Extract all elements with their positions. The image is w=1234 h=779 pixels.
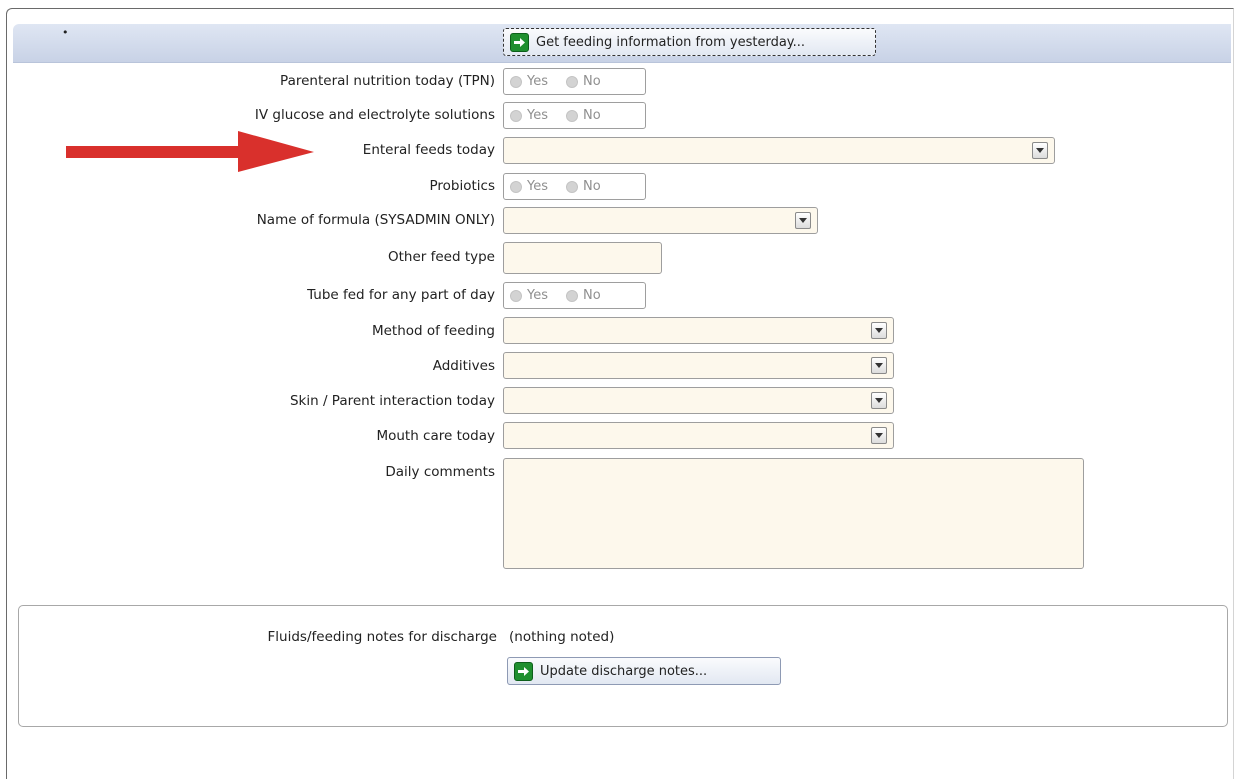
additives-select[interactable] <box>503 352 894 379</box>
radio-dot-icon <box>566 109 578 122</box>
iv-glucose-yes-label: Yes <box>527 108 548 123</box>
annotation-arrow-icon <box>66 131 314 172</box>
go-arrow-icon <box>514 661 533 681</box>
tube-fed-label: Tube fed for any part of day <box>307 287 495 303</box>
dropdown-arrow-icon[interactable] <box>871 357 887 374</box>
header-dot: • <box>62 26 69 39</box>
tube-fed-no-label: No <box>583 288 601 303</box>
probiotics-yes-radio[interactable]: Yes <box>510 179 548 194</box>
get-feeding-button[interactable]: Get feeding information from yesterday..… <box>503 28 876 56</box>
tube-fed-yes-label: Yes <box>527 288 548 303</box>
tpn-radio-group: Yes No <box>503 68 646 95</box>
discharge-notes-value: (nothing noted) <box>509 629 615 645</box>
tpn-yes-label: Yes <box>527 74 548 89</box>
get-feeding-label: Get feeding information from yesterday..… <box>536 34 806 50</box>
iv-glucose-radio-group: Yes No <box>503 102 646 129</box>
radio-dot-icon <box>566 75 578 88</box>
radio-dot-icon <box>566 180 578 193</box>
formula-label: Name of formula (SYSADMIN ONLY) <box>256 212 495 228</box>
radio-dot-icon <box>510 180 522 193</box>
radio-dot-icon <box>510 75 522 88</box>
tpn-label: Parenteral nutrition today (TPN) <box>280 73 495 89</box>
mouth-care-select[interactable] <box>503 422 894 449</box>
other-feed-input[interactable] <box>503 242 662 274</box>
probiotics-no-radio[interactable]: No <box>566 179 601 194</box>
skin-label: Skin / Parent interaction today <box>289 393 495 409</box>
radio-dot-icon <box>566 289 578 302</box>
dropdown-arrow-icon[interactable] <box>795 212 811 229</box>
dropdown-arrow-icon[interactable] <box>871 427 887 444</box>
enteral-feeds-label: Enteral feeds today <box>362 142 495 158</box>
tube-fed-no-radio[interactable]: No <box>566 288 601 303</box>
formula-select[interactable] <box>503 207 818 234</box>
method-label: Method of feeding <box>371 323 495 339</box>
iv-glucose-no-radio[interactable]: No <box>566 108 601 123</box>
daily-comments-label: Daily comments <box>385 464 495 480</box>
radio-dot-icon <box>510 109 522 122</box>
probiotics-label: Probiotics <box>429 178 496 194</box>
iv-glucose-no-label: No <box>583 108 601 123</box>
update-discharge-button[interactable]: Update discharge notes... <box>507 657 781 685</box>
enteral-feeds-select[interactable] <box>503 137 1055 164</box>
additives-label: Additives <box>432 358 495 374</box>
probiotics-yes-label: Yes <box>527 179 548 194</box>
tpn-no-label: No <box>583 74 601 89</box>
tpn-yes-radio[interactable]: Yes <box>510 74 548 89</box>
tube-fed-radio-group: Yes No <box>503 282 646 309</box>
dropdown-arrow-icon[interactable] <box>1032 142 1048 159</box>
tube-fed-yes-radio[interactable]: Yes <box>510 288 548 303</box>
probiotics-no-label: No <box>583 179 601 194</box>
update-discharge-label: Update discharge notes... <box>540 663 708 679</box>
probiotics-radio-group: Yes No <box>503 173 646 200</box>
iv-glucose-yes-radio[interactable]: Yes <box>510 108 548 123</box>
method-select[interactable] <box>503 317 894 344</box>
dropdown-arrow-icon[interactable] <box>871 392 887 409</box>
tpn-no-radio[interactable]: No <box>566 74 601 89</box>
other-feed-label: Other feed type <box>387 249 495 265</box>
go-arrow-icon <box>510 32 529 52</box>
daily-comments-textarea[interactable] <box>503 458 1084 569</box>
dropdown-arrow-icon[interactable] <box>871 322 887 339</box>
mouth-care-label: Mouth care today <box>376 428 495 444</box>
iv-glucose-label: IV glucose and electrolyte solutions <box>254 107 495 123</box>
radio-dot-icon <box>510 289 522 302</box>
discharge-notes-label: Fluids/feeding notes for discharge <box>267 629 497 645</box>
skin-select[interactable] <box>503 387 894 414</box>
